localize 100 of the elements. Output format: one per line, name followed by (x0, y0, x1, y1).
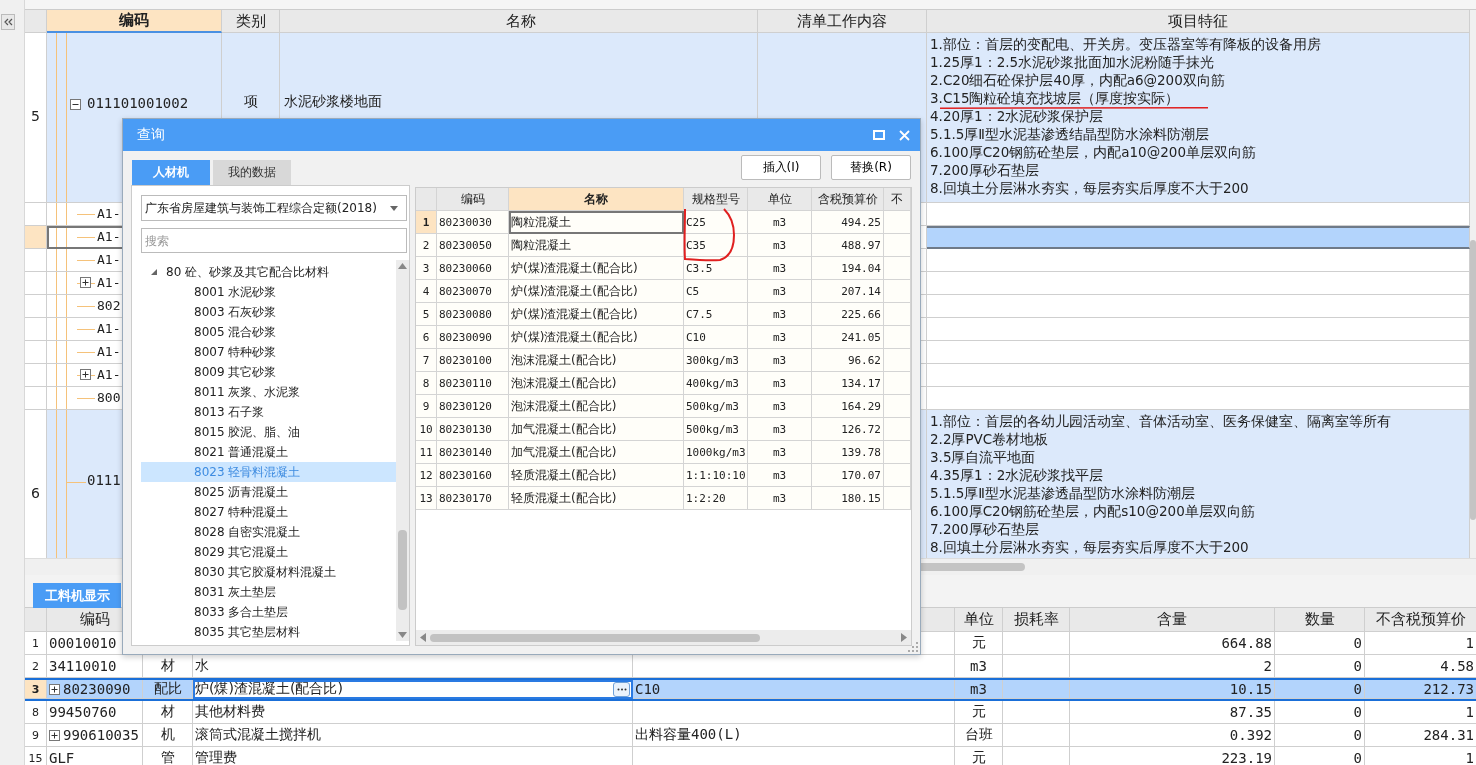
tree-item[interactable]: 8033 多合土垫层 (141, 602, 396, 622)
tree-item[interactable]: 8011 灰浆、水泥浆 (141, 382, 396, 402)
column-header[interactable]: 类别 (222, 10, 280, 33)
scrollbar-thumb[interactable] (430, 633, 760, 642)
tree-item[interactable]: 8030 其它胶凝材料混凝土 (141, 562, 396, 582)
table-cell: 1:2:20 (684, 487, 748, 510)
table-cell: 管理费 (193, 747, 633, 765)
scrollbar[interactable] (396, 260, 409, 641)
table-cell: 194.04 (812, 257, 884, 280)
item-code: A1- (97, 206, 121, 221)
material-row[interactable]: 9 990610035 机 滚筒式混凝土搅拌机 出料容量400(L) 台班 0.392 0 284.31 (25, 724, 1476, 747)
column-header[interactable]: 编码 (47, 10, 222, 33)
ellipsis-button[interactable] (613, 681, 630, 697)
tree-item[interactable]: 8015 胶泥、脂、油 (141, 422, 396, 442)
tab[interactable]: 我的数据 (213, 160, 291, 185)
table-cell: 1 (1365, 632, 1476, 655)
tree-item[interactable]: 8009 其它砂浆 (141, 362, 396, 382)
table-cell: m3 (748, 257, 812, 280)
table-cell: 207.14 (812, 280, 884, 303)
triangle-icon[interactable] (150, 268, 158, 276)
material-row[interactable]: 8 99450760 材 其他材料费 元 87.35 0 1 (25, 701, 1476, 724)
table-cell: 400kg/m3 (684, 372, 748, 395)
scrollbar[interactable] (416, 630, 911, 645)
column-header[interactable]: 名称 (509, 188, 684, 211)
material-row[interactable]: 15 GLF 管 管理费 元 223.19 0 1 (25, 747, 1476, 765)
search-field[interactable]: 搜索 (141, 228, 407, 253)
collapse-toggle[interactable] (70, 99, 81, 110)
tree-item[interactable]: 8025 沥青混凝土 (141, 482, 396, 502)
column-header[interactable]: 规格型号 (684, 188, 748, 211)
action-button[interactable]: 替换(R) (831, 155, 911, 180)
library-dropdown[interactable]: 广东省房屋建筑与装饰工程综合定额(2018) (141, 195, 407, 221)
tree-item[interactable]: 8028 自密实混凝土 (141, 522, 396, 542)
table-cell: C5 (684, 280, 748, 303)
tree-item[interactable]: 8003 石灰砂浆 (141, 302, 396, 322)
tree-item[interactable]: 8027 特种混凝土 (141, 502, 396, 522)
column-header[interactable]: 不含税预算价 (1365, 608, 1476, 632)
expand-toggle[interactable] (49, 683, 60, 695)
material-row[interactable]: 3 80230090 配比 炉(煤)渣混凝土(配合比) C10 m3 10.15 0 212.73 (25, 678, 1476, 701)
expand-toggle[interactable] (80, 277, 91, 288)
table-cell: 滚筒式混凝土搅拌机 (193, 724, 633, 747)
feature-line: 1.25厚1：2.5水泥砂浆批面加水泥粉随手抹光 (930, 55, 1215, 70)
right-arrow-icon[interactable] (901, 633, 907, 642)
tree-item[interactable]: 8007 特种砂浆 (141, 342, 396, 362)
tree-item[interactable]: 8029 其它混凝土 (141, 542, 396, 562)
column-header[interactable]: 项目特征 (927, 10, 1470, 33)
action-button[interactable]: 插入(I) (741, 155, 821, 180)
tree-item[interactable]: 8001 水泥砂浆 (141, 282, 396, 302)
row-number: 8 (416, 372, 437, 395)
close-icon[interactable] (899, 129, 910, 141)
column-header[interactable]: 单位 (748, 188, 812, 211)
table-cell: 80230160 (437, 464, 509, 487)
connector-line (66, 482, 86, 483)
up-arrow-icon[interactable] (398, 263, 407, 269)
column-header[interactable]: 含税预算价 (812, 188, 884, 211)
table-cell: 陶粒混凝土 (509, 234, 684, 257)
tree-item[interactable]: 8021 普通混凝土 (141, 442, 396, 462)
feature-line: 6.100厚C20钢筋砼垫层，内配a10@200单层双向筋 (930, 145, 1256, 160)
column-header[interactable]: 含量 (1070, 608, 1275, 632)
table-cell: 80230110 (437, 372, 509, 395)
column-header[interactable]: 名称 (280, 10, 758, 33)
table-cell: 陶粒混凝土 (509, 211, 684, 234)
connector-line (77, 329, 95, 330)
tree-item[interactable]: 8035 其它垫层材料 (141, 622, 396, 642)
table-cell: 500kg/m3 (684, 395, 748, 418)
scrollbar[interactable] (1470, 10, 1476, 558)
column-header[interactable]: 不 (884, 188, 911, 211)
tree-item[interactable]: 8031 灰土垫层 (141, 582, 396, 602)
tree-item[interactable]: 8013 石子浆 (141, 402, 396, 422)
table-cell: 0.392 (1070, 724, 1275, 747)
scrollbar-thumb[interactable] (1470, 240, 1476, 520)
table-cell: 80230170 (437, 487, 509, 510)
table-cell: 80230100 (437, 349, 509, 372)
column-header[interactable]: 数量 (1275, 608, 1365, 632)
row-number: 7 (416, 349, 437, 372)
resize-grip-icon[interactable] (908, 642, 918, 652)
expand-toggle[interactable] (49, 729, 60, 741)
table-cell: 0 (1275, 747, 1365, 765)
caret-icon (390, 205, 398, 211)
down-arrow-icon[interactable] (398, 632, 407, 638)
item-code: A1- (97, 344, 121, 359)
table-cell: 488.97 (812, 234, 884, 257)
expand-toggle[interactable] (80, 369, 91, 380)
table-cell: C10 (684, 326, 748, 349)
collapse-button[interactable] (1, 14, 15, 30)
column-header[interactable]: 编码 (437, 188, 509, 211)
scrollbar-thumb[interactable] (398, 530, 407, 610)
column-header[interactable]: 损耗率 (1003, 608, 1070, 632)
table-cell: 223.19 (1070, 747, 1275, 765)
tree-item[interactable]: 8005 混合砂浆 (141, 322, 396, 342)
table-cell: 材 (143, 701, 193, 724)
left-arrow-icon[interactable] (420, 633, 426, 642)
feature-line: 2.C20细石砼保护层40厚，内配a6@200双向筋 (930, 73, 1225, 88)
row-number: 1 (25, 632, 47, 655)
double-chevron-icon (3, 18, 13, 26)
table-cell: m3 (955, 680, 1003, 699)
feature-line: 4.20厚1：2水泥砂浆保护层 (930, 109, 1104, 124)
maximize-icon[interactable] (873, 130, 885, 140)
column-header[interactable]: 清单工作内容 (758, 10, 927, 33)
tree-item[interactable]: 80 砼、砂浆及其它配合比材料 (166, 263, 330, 281)
column-header[interactable]: 单位 (955, 608, 1003, 632)
